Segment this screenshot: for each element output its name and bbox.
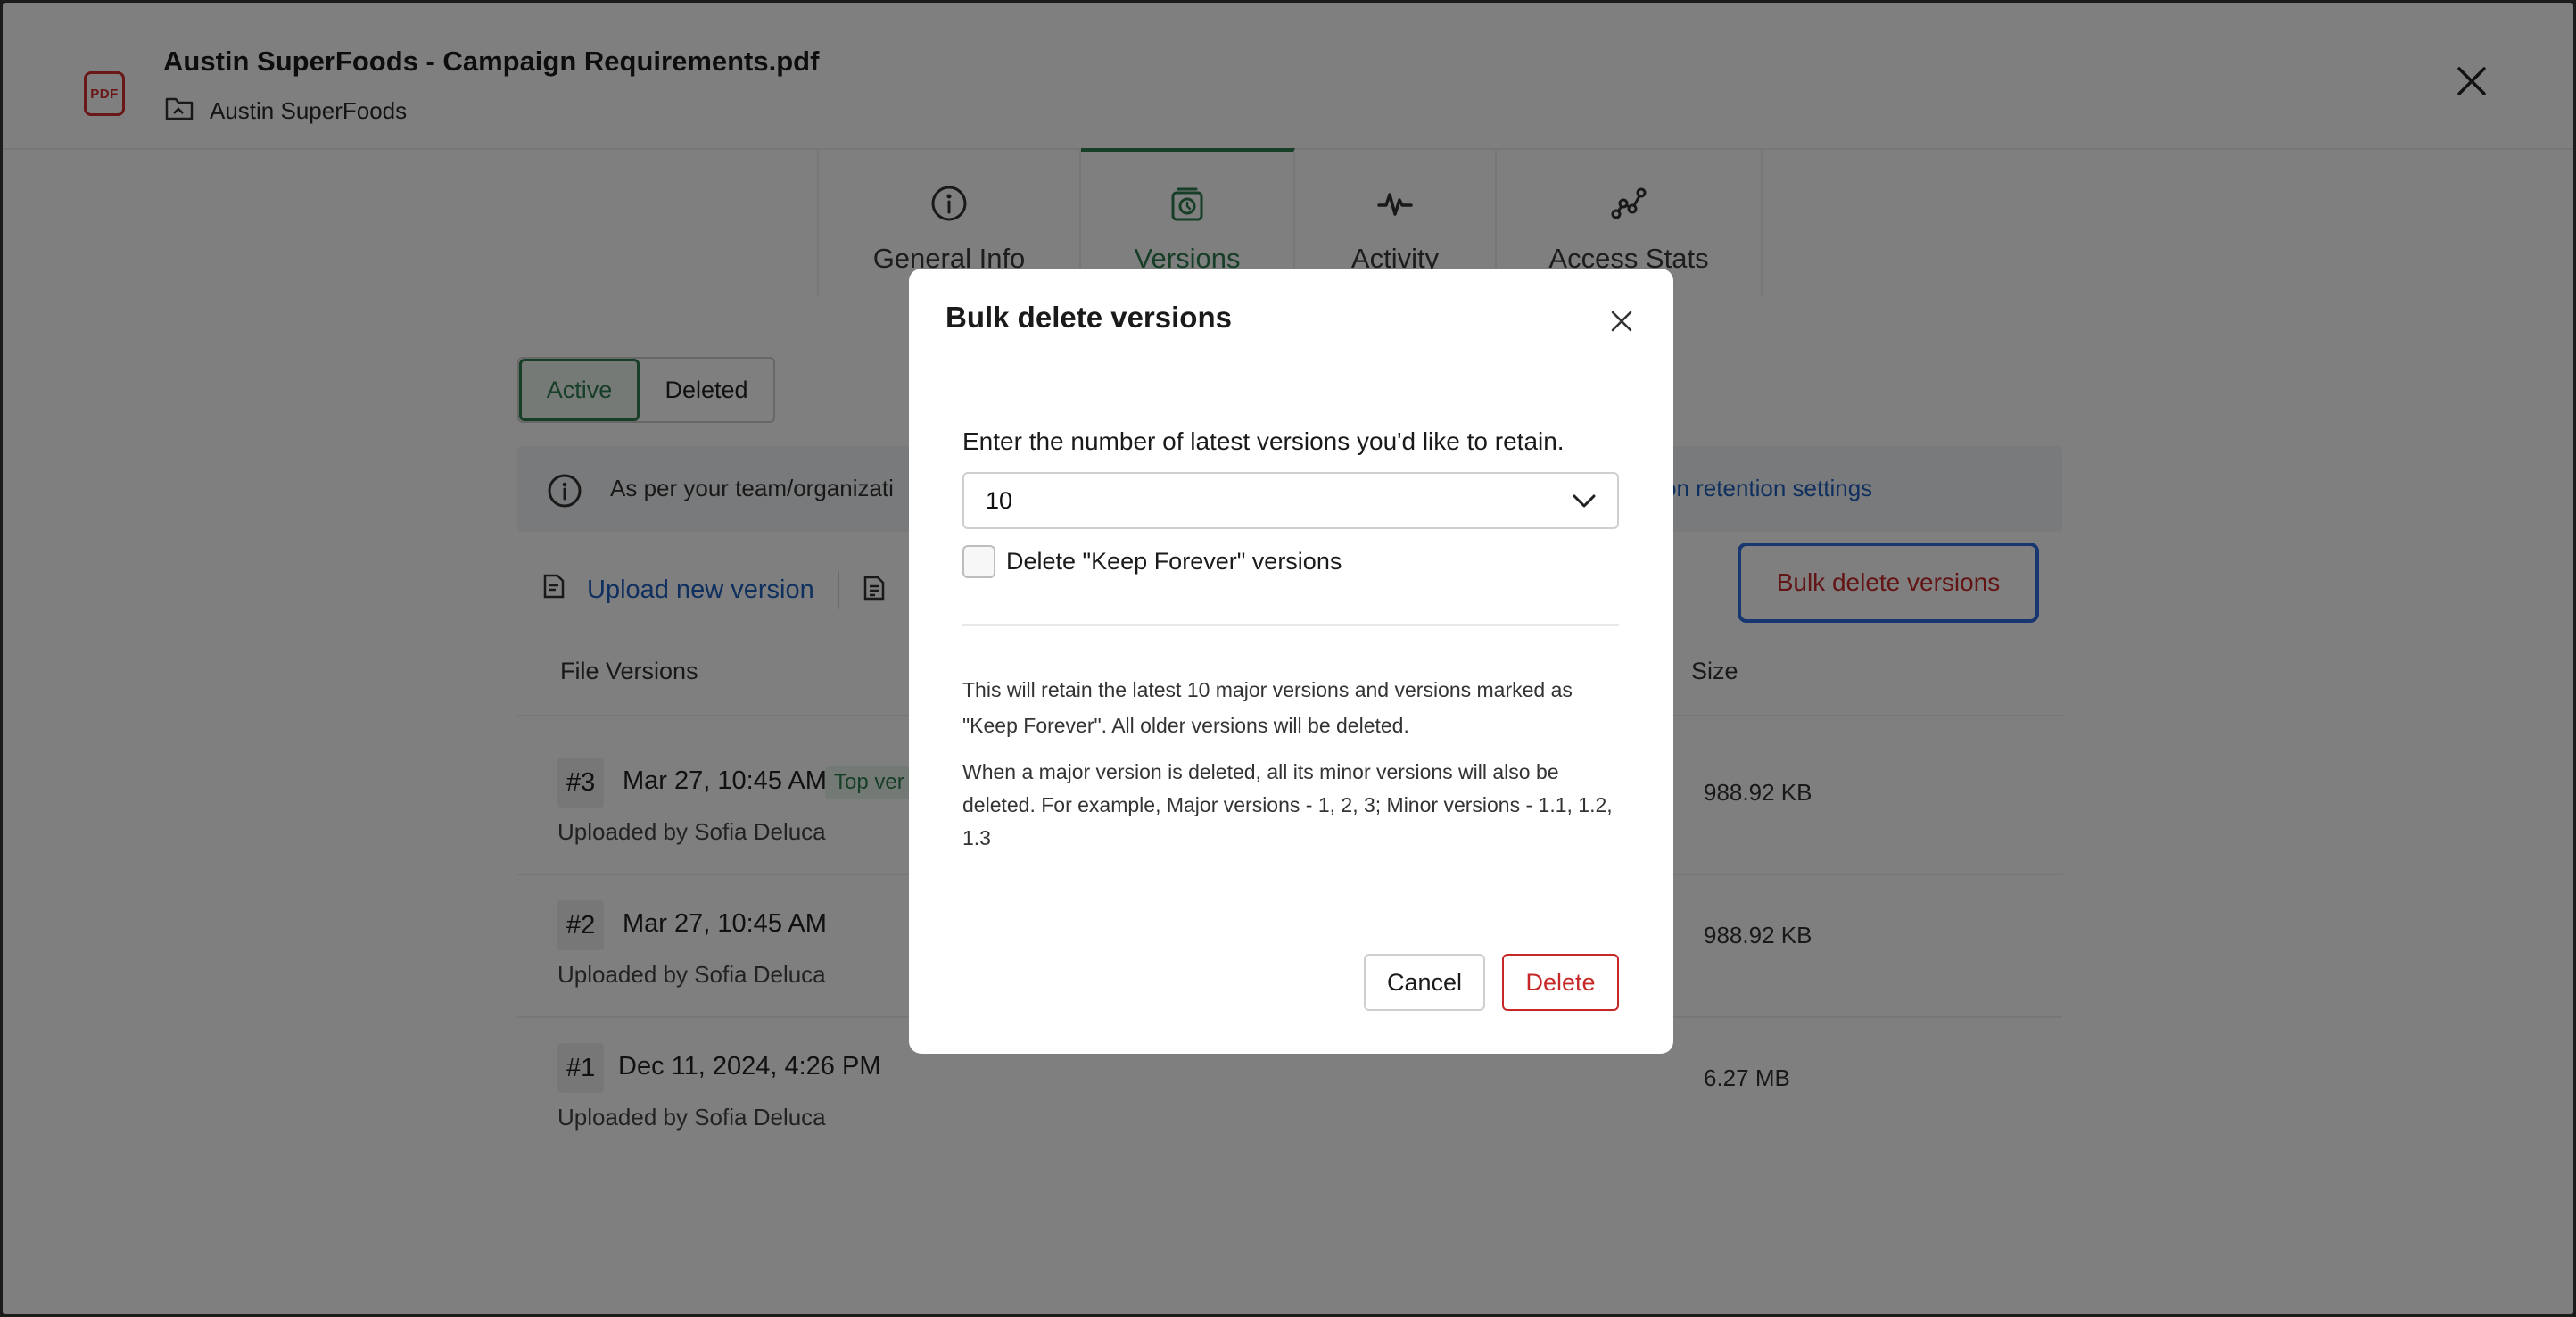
dialog-title: Bulk delete versions [945, 301, 1232, 334]
close-dialog-icon[interactable] [1608, 308, 1635, 335]
chevron-down-icon [1571, 490, 1598, 518]
delete-button[interactable]: Delete [1502, 954, 1619, 1011]
file-details-panel: PDF Austin SuperFoods - Campaign Require… [3, 3, 2573, 1314]
bulk-delete-dialog: Bulk delete versions Enter the number of… [909, 269, 1673, 1054]
keep-forever-option: Delete "Keep Forever" versions [962, 545, 1342, 578]
dialog-divider [962, 624, 1619, 626]
delete-keep-forever-checkbox[interactable] [962, 545, 995, 578]
retain-count-label: Enter the number of latest versions you'… [962, 427, 1565, 455]
selected-count: 10 [986, 487, 1013, 514]
cancel-button[interactable]: Cancel [1364, 954, 1485, 1011]
retention-explanation: This will retain the latest 10 major ver… [962, 678, 1573, 737]
retain-count-select[interactable]: 10 [962, 472, 1619, 529]
checkbox-label: Delete "Keep Forever" versions [1006, 548, 1342, 575]
minor-version-explanation: When a major version is deleted, all its… [962, 760, 1613, 849]
